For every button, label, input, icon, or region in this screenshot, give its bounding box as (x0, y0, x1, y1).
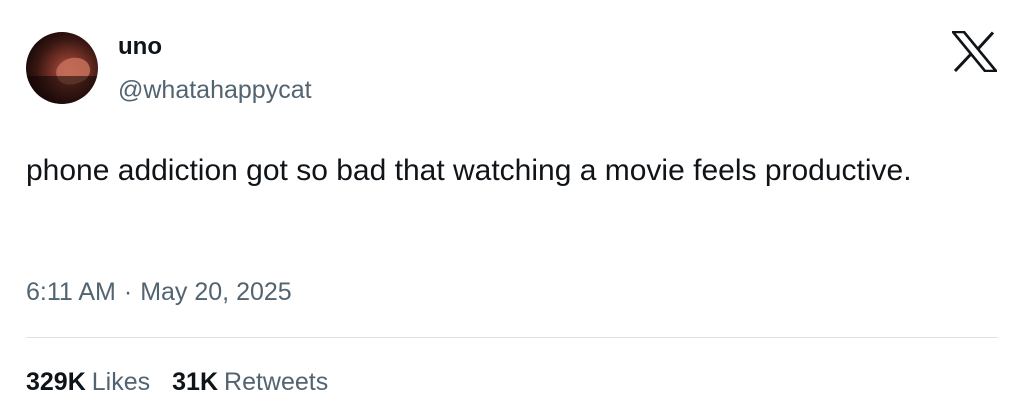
retweets-stat[interactable]: 31K Retweets (172, 366, 328, 398)
likes-label: Likes (91, 368, 151, 396)
avatar-shade (26, 76, 98, 104)
likes-count: 329K (26, 368, 86, 396)
likes-stat[interactable]: 329K Likes (26, 366, 150, 398)
x-logo-icon[interactable] (952, 31, 997, 72)
tweet-date: May 20, 2025 (140, 278, 292, 306)
engagement-stats: 329K Likes 31K Retweets (26, 366, 350, 398)
author-handle[interactable]: @whatahappycat (118, 75, 312, 105)
author-display-name[interactable]: uno (118, 33, 162, 61)
divider (26, 337, 998, 338)
retweets-label: Retweets (224, 368, 329, 396)
tweet-time: 6:11 AM (26, 278, 116, 306)
avatar[interactable] (26, 32, 98, 104)
meta-separator: · (123, 278, 133, 306)
tweet-timestamp[interactable]: 6:11 AM · May 20, 2025 (26, 276, 292, 308)
tweet-card: uno @whatahappycat phone addiction got s… (0, 0, 1020, 406)
tweet-text: phone addiction got so bad that watching… (26, 154, 912, 187)
retweets-count: 31K (172, 368, 219, 396)
